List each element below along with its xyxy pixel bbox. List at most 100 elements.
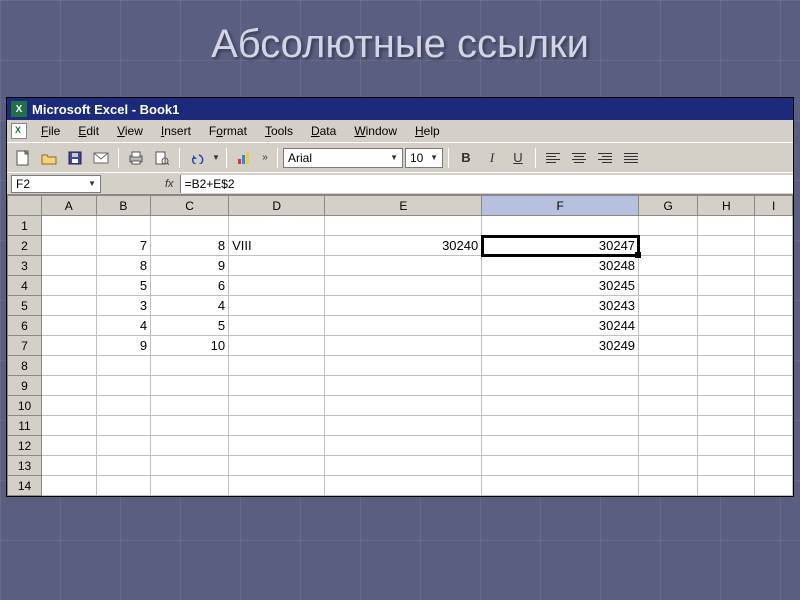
cell-D14[interactable] bbox=[229, 476, 325, 496]
fx-label[interactable]: fx bbox=[165, 178, 174, 190]
cell-I2[interactable] bbox=[755, 236, 793, 256]
menu-file[interactable]: File bbox=[33, 122, 68, 140]
cell-F7[interactable]: 30249 bbox=[482, 336, 639, 356]
col-header-E[interactable]: E bbox=[325, 196, 482, 216]
cell-H13[interactable] bbox=[698, 456, 755, 476]
row-header-1[interactable]: 1 bbox=[8, 216, 42, 236]
cell-F3[interactable]: 30248 bbox=[482, 256, 639, 276]
cell-E10[interactable] bbox=[325, 396, 482, 416]
cell-C11[interactable] bbox=[151, 416, 229, 436]
merge-center-button[interactable] bbox=[619, 146, 643, 170]
row-header-14[interactable]: 14 bbox=[8, 476, 42, 496]
cell-E12[interactable] bbox=[325, 436, 482, 456]
cell-C1[interactable] bbox=[151, 216, 229, 236]
underline-button[interactable]: U bbox=[506, 146, 530, 170]
cell-C7[interactable]: 10 bbox=[151, 336, 229, 356]
cell-E13[interactable] bbox=[325, 456, 482, 476]
save-button[interactable] bbox=[63, 146, 87, 170]
cell-E2[interactable]: 30240 bbox=[325, 236, 482, 256]
cell-G6[interactable] bbox=[639, 316, 698, 336]
menu-insert[interactable]: Insert bbox=[153, 122, 199, 140]
cell-A3[interactable] bbox=[42, 256, 97, 276]
cell-A11[interactable] bbox=[42, 416, 97, 436]
cell-G2[interactable] bbox=[639, 236, 698, 256]
menu-help[interactable]: Help bbox=[407, 122, 448, 140]
cell-I9[interactable] bbox=[755, 376, 793, 396]
align-right-button[interactable] bbox=[593, 146, 617, 170]
toolbar-more[interactable]: » bbox=[258, 146, 272, 170]
chart-button[interactable] bbox=[232, 146, 256, 170]
cell-B9[interactable] bbox=[96, 376, 151, 396]
cell-H8[interactable] bbox=[698, 356, 755, 376]
cell-F5[interactable]: 30243 bbox=[482, 296, 639, 316]
cell-D7[interactable] bbox=[229, 336, 325, 356]
cell-F8[interactable] bbox=[482, 356, 639, 376]
cell-E7[interactable] bbox=[325, 336, 482, 356]
bold-button[interactable]: B bbox=[454, 146, 478, 170]
cell-D3[interactable] bbox=[229, 256, 325, 276]
cell-C8[interactable] bbox=[151, 356, 229, 376]
cell-H6[interactable] bbox=[698, 316, 755, 336]
cell-G11[interactable] bbox=[639, 416, 698, 436]
cell-H7[interactable] bbox=[698, 336, 755, 356]
row-header-6[interactable]: 6 bbox=[8, 316, 42, 336]
menu-data[interactable]: Data bbox=[303, 122, 344, 140]
cell-E4[interactable] bbox=[325, 276, 482, 296]
menu-edit[interactable]: Edit bbox=[70, 122, 107, 140]
row-header-11[interactable]: 11 bbox=[8, 416, 42, 436]
row-header-3[interactable]: 3 bbox=[8, 256, 42, 276]
cell-G3[interactable] bbox=[639, 256, 698, 276]
cell-B6[interactable]: 4 bbox=[96, 316, 151, 336]
cell-H4[interactable] bbox=[698, 276, 755, 296]
cell-A4[interactable] bbox=[42, 276, 97, 296]
cell-D10[interactable] bbox=[229, 396, 325, 416]
row-header-4[interactable]: 4 bbox=[8, 276, 42, 296]
cell-C9[interactable] bbox=[151, 376, 229, 396]
cell-B10[interactable] bbox=[96, 396, 151, 416]
cell-D13[interactable] bbox=[229, 456, 325, 476]
col-header-H[interactable]: H bbox=[698, 196, 755, 216]
cell-F4[interactable]: 30245 bbox=[482, 276, 639, 296]
cell-C10[interactable] bbox=[151, 396, 229, 416]
cell-E1[interactable] bbox=[325, 216, 482, 236]
menu-window[interactable]: Window bbox=[346, 122, 405, 140]
col-header-I[interactable]: I bbox=[755, 196, 793, 216]
cell-D2[interactable]: VIII bbox=[229, 236, 325, 256]
col-header-D[interactable]: D bbox=[229, 196, 325, 216]
cell-B3[interactable]: 8 bbox=[96, 256, 151, 276]
cell-H10[interactable] bbox=[698, 396, 755, 416]
cell-C4[interactable]: 6 bbox=[151, 276, 229, 296]
cell-D8[interactable] bbox=[229, 356, 325, 376]
cell-C12[interactable] bbox=[151, 436, 229, 456]
cell-C13[interactable] bbox=[151, 456, 229, 476]
cell-I4[interactable] bbox=[755, 276, 793, 296]
cell-G7[interactable] bbox=[639, 336, 698, 356]
cell-G8[interactable] bbox=[639, 356, 698, 376]
row-header-5[interactable]: 5 bbox=[8, 296, 42, 316]
font-name-select[interactable]: Arial ▼ bbox=[283, 148, 403, 168]
col-header-G[interactable]: G bbox=[639, 196, 698, 216]
cell-A10[interactable] bbox=[42, 396, 97, 416]
cell-A14[interactable] bbox=[42, 476, 97, 496]
cell-D11[interactable] bbox=[229, 416, 325, 436]
cell-A7[interactable] bbox=[42, 336, 97, 356]
col-header-F[interactable]: F bbox=[482, 196, 639, 216]
cell-H1[interactable] bbox=[698, 216, 755, 236]
cell-I3[interactable] bbox=[755, 256, 793, 276]
cell-A8[interactable] bbox=[42, 356, 97, 376]
cell-F2[interactable]: 30247 bbox=[482, 236, 639, 256]
cell-C2[interactable]: 8 bbox=[151, 236, 229, 256]
cell-G12[interactable] bbox=[639, 436, 698, 456]
cell-E9[interactable] bbox=[325, 376, 482, 396]
cell-I14[interactable] bbox=[755, 476, 793, 496]
cell-I12[interactable] bbox=[755, 436, 793, 456]
cell-B2[interactable]: 7 bbox=[96, 236, 151, 256]
cell-F14[interactable] bbox=[482, 476, 639, 496]
cell-D1[interactable] bbox=[229, 216, 325, 236]
cell-D12[interactable] bbox=[229, 436, 325, 456]
menu-tools[interactable]: Tools bbox=[257, 122, 301, 140]
cell-B14[interactable] bbox=[96, 476, 151, 496]
cell-G13[interactable] bbox=[639, 456, 698, 476]
name-box[interactable]: F2 ▼ bbox=[11, 175, 101, 193]
cell-H3[interactable] bbox=[698, 256, 755, 276]
